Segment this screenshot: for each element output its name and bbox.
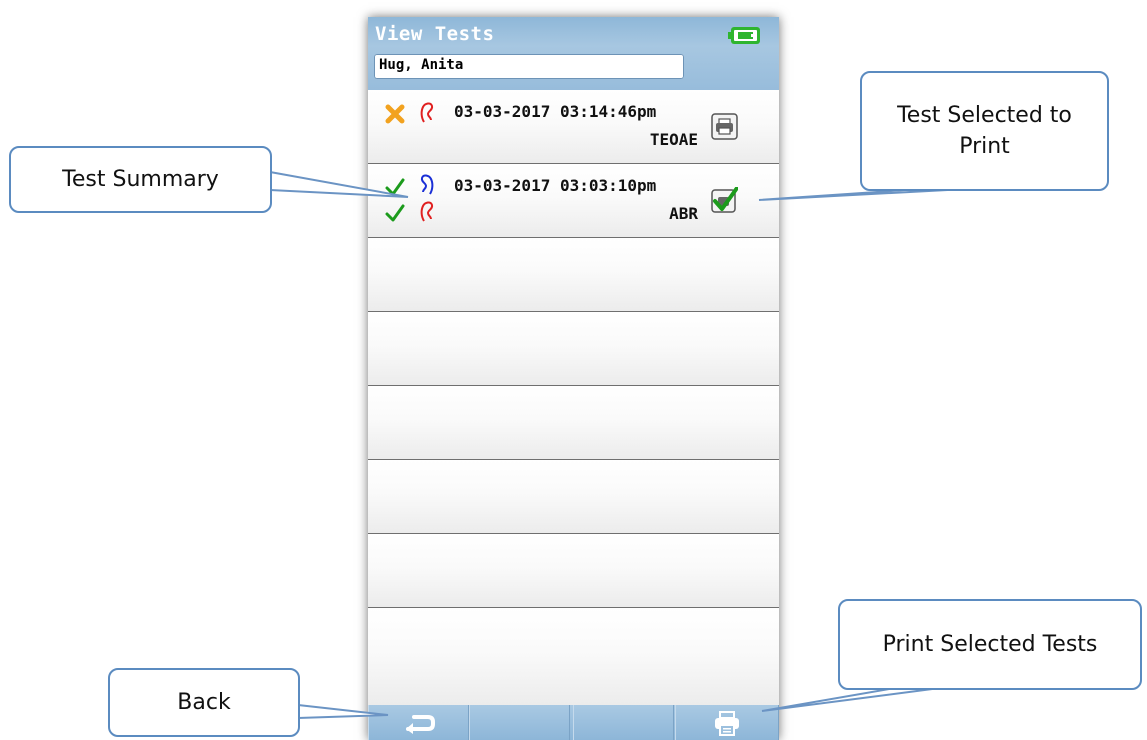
softkey-empty[interactable] bbox=[573, 705, 674, 740]
callout-label: Test Selected to Print bbox=[897, 103, 1072, 159]
bottom-bar bbox=[368, 705, 779, 740]
title-bar: View Tests Hug, Anita bbox=[368, 17, 779, 90]
battery-charging-icon bbox=[728, 27, 760, 44]
left-ear-icon bbox=[420, 102, 434, 123]
printer-icon bbox=[715, 711, 739, 736]
page-title: View Tests bbox=[375, 23, 495, 45]
test-type: ABR bbox=[669, 204, 698, 223]
empty-row bbox=[368, 238, 779, 312]
empty-row bbox=[368, 460, 779, 534]
test-list: 03-03-2017 03:14:46pm TEOAE 03-03-2017 0… bbox=[368, 90, 779, 706]
empty-row bbox=[368, 608, 779, 706]
callout-label: Print Selected Tests bbox=[882, 632, 1098, 657]
callout-label: Back bbox=[177, 690, 231, 715]
empty-row bbox=[368, 534, 779, 608]
fail-x-icon bbox=[385, 104, 405, 124]
right-ear-icon bbox=[420, 174, 434, 195]
pass-check-icon bbox=[385, 178, 405, 196]
patient-name-field[interactable]: Hug, Anita bbox=[374, 54, 684, 79]
device-screen: View Tests Hug, Anita 03-03-2017 03:14:4… bbox=[368, 17, 779, 740]
test-type: TEOAE bbox=[649, 130, 698, 149]
left-ear-icon bbox=[420, 201, 434, 222]
callout-print-selected: Print Selected Tests bbox=[838, 599, 1142, 690]
pass-check-icon bbox=[385, 204, 405, 222]
test-row[interactable]: 03-03-2017 03:03:10pm ABR bbox=[368, 164, 779, 238]
callout-back: Back bbox=[108, 668, 300, 737]
test-date: 03-03-2017 03:14:46pm bbox=[454, 102, 657, 121]
return-arrow-icon bbox=[406, 715, 435, 734]
empty-row bbox=[368, 386, 779, 460]
empty-row bbox=[368, 312, 779, 386]
callout-test-selected: Test Selected to Print bbox=[860, 71, 1109, 191]
callout-test-summary: Test Summary bbox=[9, 146, 272, 213]
callout-label: Test Summary bbox=[62, 167, 219, 192]
print-toggle-printer-icon[interactable] bbox=[711, 113, 738, 140]
test-row[interactable]: 03-03-2017 03:14:46pm TEOAE bbox=[368, 90, 779, 164]
test-date: 03-03-2017 03:03:10pm bbox=[454, 176, 657, 195]
patient-name: Hug, Anita bbox=[379, 57, 464, 73]
print-button[interactable] bbox=[675, 705, 779, 740]
print-selected-checkbox-icon[interactable] bbox=[711, 187, 738, 214]
back-button[interactable] bbox=[368, 705, 469, 740]
softkey-empty[interactable] bbox=[469, 705, 570, 740]
